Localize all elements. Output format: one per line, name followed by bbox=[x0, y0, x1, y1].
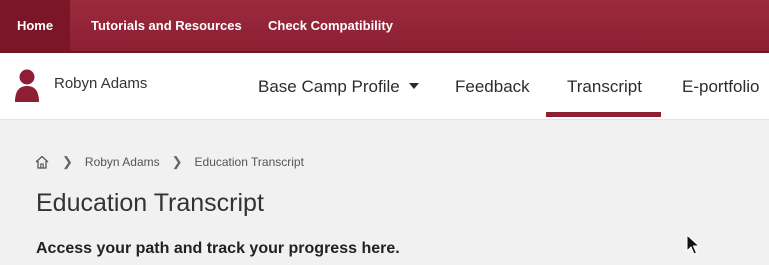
tab-transcript[interactable]: Transcript bbox=[567, 77, 642, 97]
breadcrumb-current: Education Transcript bbox=[194, 155, 304, 169]
tab-e-portfolio[interactable]: E-portfolio bbox=[682, 77, 759, 97]
top-nav-tutorials[interactable]: Tutorials and Resources bbox=[91, 0, 242, 51]
top-nav-bar: Home Tutorials and Resources Check Compa… bbox=[0, 0, 769, 53]
mouse-cursor-icon bbox=[686, 234, 700, 255]
person-icon[interactable] bbox=[14, 68, 40, 102]
breadcrumb-separator-icon: ❯ bbox=[62, 154, 73, 169]
top-nav-check-compatibility[interactable]: Check Compatibility bbox=[268, 0, 393, 51]
home-icon[interactable] bbox=[34, 154, 50, 170]
caret-down-icon bbox=[408, 82, 419, 89]
user-name[interactable]: Robyn Adams bbox=[54, 75, 147, 92]
breadcrumb-separator-icon: ❯ bbox=[171, 154, 183, 169]
page-subtitle: Access your path and track your progress… bbox=[36, 240, 400, 257]
tab-base-camp-profile-label: Base Camp Profile bbox=[258, 77, 400, 96]
profile-nav-bar: Robyn Adams Base Camp Profile Feedback T… bbox=[0, 53, 769, 120]
top-nav-home[interactable]: Home bbox=[0, 0, 70, 51]
main-content: ❯ Robyn Adams ❯ Education Transcript Edu… bbox=[0, 120, 769, 265]
breadcrumb-user-link[interactable]: Robyn Adams bbox=[85, 155, 160, 169]
active-tab-indicator bbox=[546, 112, 661, 117]
page-title: Education Transcript bbox=[36, 189, 264, 217]
breadcrumb: ❯ Robyn Adams ❯ Education Transcript bbox=[34, 152, 304, 172]
tab-base-camp-profile[interactable]: Base Camp Profile bbox=[258, 77, 419, 97]
tab-feedback[interactable]: Feedback bbox=[455, 77, 530, 97]
